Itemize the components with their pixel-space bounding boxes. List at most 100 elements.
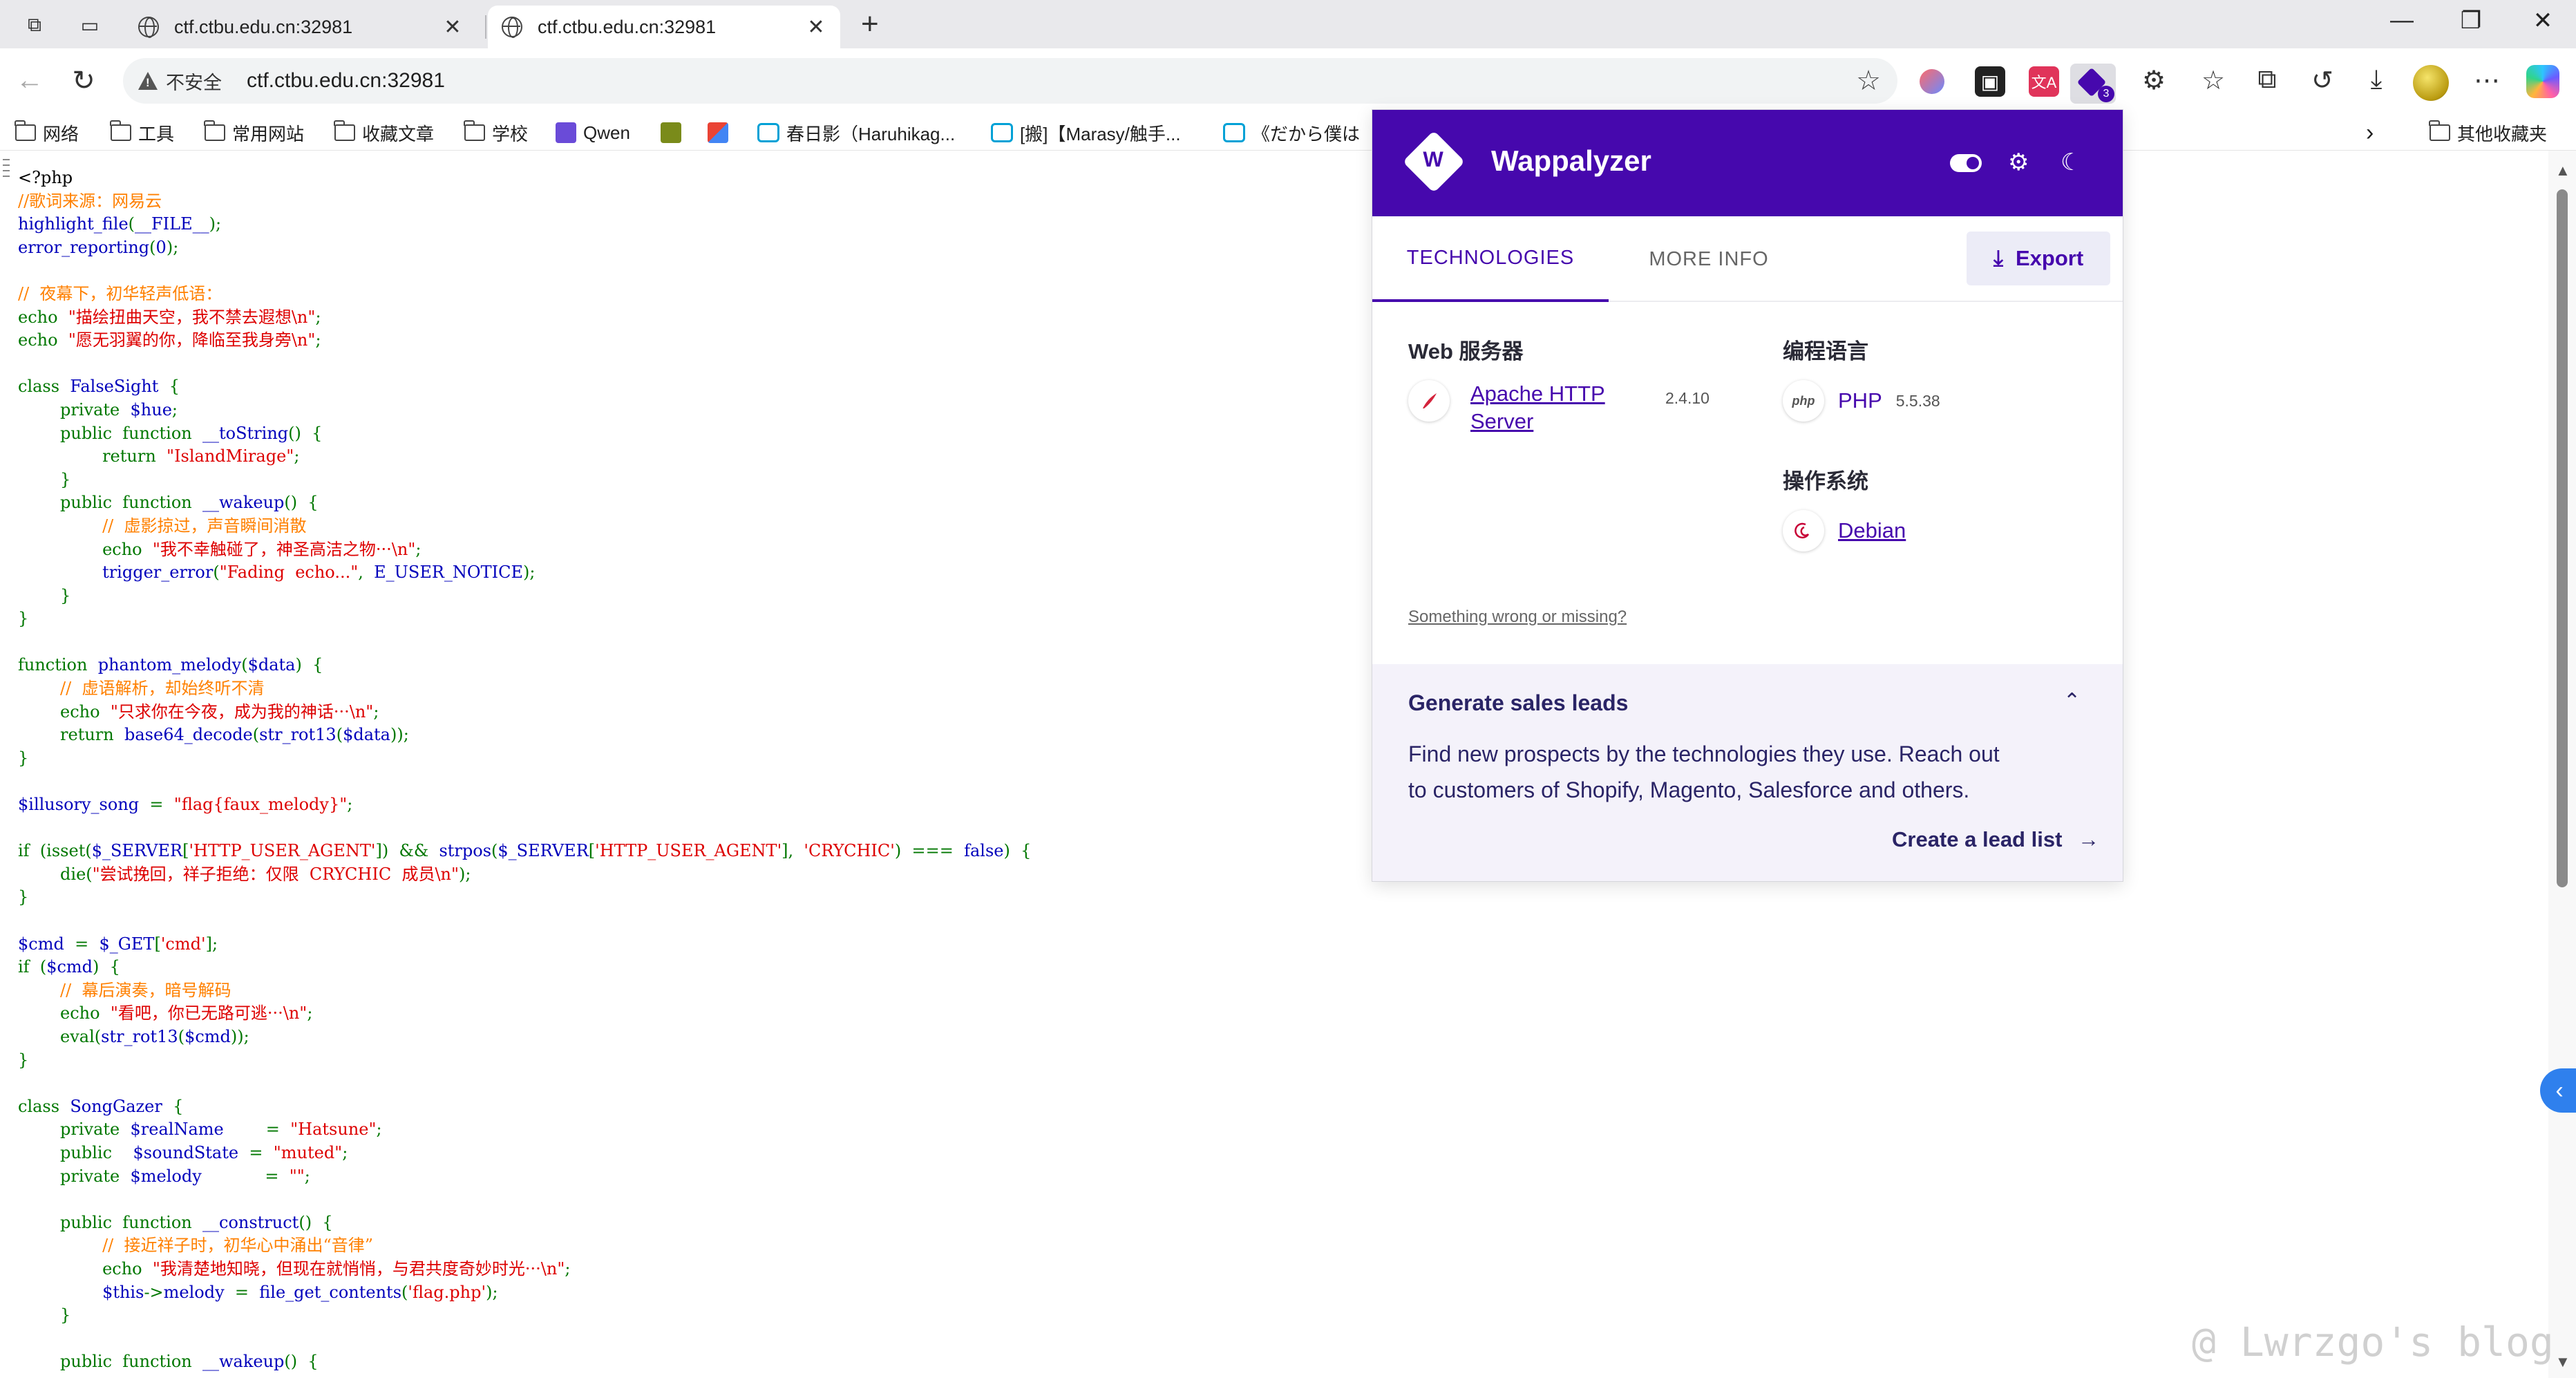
more-icon[interactable]: ⋯: [2470, 65, 2504, 96]
insecure-label[interactable]: 不安全: [166, 68, 222, 95]
code-token: // 接近祥子时，初华心中涌出“音律”: [18, 1236, 374, 1256]
download-icon[interactable]: ⤓: [2359, 65, 2394, 95]
toggle-icon[interactable]: [1950, 154, 1982, 172]
bookmark-folder-school[interactable]: 学校: [464, 119, 528, 147]
tab-2[interactable]: ctf.ctbu.edu.cn:32981 ✕: [488, 6, 840, 48]
code-line: error_reporting(0);: [18, 236, 1031, 260]
url-text[interactable]: ctf.ctbu.edu.cn:32981: [247, 69, 445, 93]
tab-close-icon[interactable]: ✕: [442, 15, 463, 39]
scroll-down-icon[interactable]: ▼: [2555, 1353, 2570, 1371]
tech-name[interactable]: PHP: [1838, 387, 1882, 415]
extension-game-icon[interactable]: ▣: [1975, 66, 2005, 97]
tech-php[interactable]: php PHP 5.5.38: [1783, 380, 2087, 422]
code-line: return base64_decode(str_rot13($data));: [18, 724, 1031, 747]
maximize-icon[interactable]: ❐: [2450, 7, 2492, 35]
scroll-up-icon[interactable]: ▲: [2555, 162, 2570, 180]
favorites-icon[interactable]: ☆: [2196, 65, 2231, 96]
extension-colorful-icon[interactable]: [1920, 69, 1944, 94]
code-token: ;: [342, 1142, 348, 1162]
history-icon[interactable]: ↺: [2305, 65, 2340, 96]
code-line: echo "描绘扭曲天空，我不禁去遐想\n";: [18, 306, 1031, 330]
bookmark-haruhikage[interactable]: 春日影（Haruhikag...: [757, 119, 955, 147]
workspaces-icon[interactable]: ⧉: [19, 10, 50, 40]
feedback-link[interactable]: Something wrong or missing?: [1408, 607, 1627, 627]
tech-name[interactable]: Debian: [1838, 517, 1906, 545]
tech-name[interactable]: Apache HTTP Server: [1470, 380, 1639, 435]
close-window-icon[interactable]: ✕: [2522, 7, 2564, 35]
star-icon[interactable]: ☆: [1856, 65, 1881, 97]
collections-icon[interactable]: ⧉: [2250, 65, 2284, 95]
bookmarks-overflow-icon[interactable]: ›: [2366, 119, 2374, 147]
globe-icon: [502, 17, 522, 38]
bookmark-dakara[interactable]: 《だから僕は: [1223, 119, 1368, 147]
dark-mode-icon[interactable]: ☾: [2061, 149, 2081, 176]
code-token: str_rot13: [101, 1026, 178, 1046]
tab-more-info[interactable]: MORE INFO: [1609, 216, 1809, 302]
code-token: (: [213, 563, 220, 583]
extensions-icon[interactable]: ⚙: [2137, 65, 2171, 96]
watermark: @ Lwrzgo's blog: [2192, 1319, 2554, 1366]
code-line: trigger_error("Fading echo...", E_USER_N…: [18, 561, 1031, 585]
code-token: $cmd: [184, 1026, 231, 1046]
code-token: ) {: [295, 655, 323, 675]
settings-icon[interactable]: ⚙: [2008, 149, 2029, 176]
bookmark-minecraft[interactable]: [661, 119, 688, 147]
vertical-tabs-icon[interactable]: ▭: [75, 10, 105, 40]
bookmark-qwen[interactable]: Qwen: [556, 119, 630, 147]
code-token: "Hatsune": [290, 1120, 377, 1140]
gutter-marks: [3, 155, 14, 231]
code-token: ;: [171, 399, 178, 419]
reload-icon[interactable]: ↻: [66, 65, 101, 97]
code-token: }: [18, 1305, 71, 1325]
bookmark-folder-other[interactable]: 其他收藏夹: [2429, 119, 2547, 147]
scrollbar-thumb[interactable]: [2557, 189, 2568, 887]
bookmark-folder-tools[interactable]: 工具: [110, 119, 174, 147]
avatar[interactable]: [2413, 65, 2449, 101]
back-icon[interactable]: ←: [12, 65, 47, 96]
bookmark-folder-articles[interactable]: 收藏文章: [334, 119, 434, 147]
code-token: );: [459, 864, 471, 884]
tab-close-icon[interactable]: ✕: [806, 15, 826, 39]
export-button[interactable]: ⤓ Export: [1967, 232, 2110, 285]
chevron-up-icon[interactable]: ⌃: [2063, 689, 2081, 713]
code-token: if (isset(: [18, 841, 92, 861]
code-token: base64_decode: [124, 725, 253, 745]
tab-technologies[interactable]: TECHNOLOGIES: [1372, 216, 1609, 302]
create-lead-list-label: Create a lead list: [1892, 827, 2063, 851]
code-token: ;: [565, 1258, 571, 1278]
code-token: ],: [782, 841, 804, 861]
tech-apache[interactable]: Apache HTTP Server 2.4.10: [1408, 380, 1740, 435]
bookmark-folder-common[interactable]: 常用网站: [204, 119, 304, 147]
copilot-icon[interactable]: [2526, 65, 2559, 98]
code-token: private: [18, 1166, 131, 1186]
address-bar[interactable]: 不安全 ctf.ctbu.edu.cn:32981 ☆: [123, 58, 1897, 104]
bookmark-marasy[interactable]: [搬]【Marasy/触手...: [991, 119, 1181, 147]
minimize-icon[interactable]: —: [2381, 7, 2423, 34]
code-token: $_SERVER: [498, 841, 589, 861]
code-token: ;: [304, 1166, 310, 1186]
bookmark-folder-network[interactable]: 网络: [15, 119, 79, 147]
php-icon: php: [1783, 380, 1824, 422]
new-tab-icon[interactable]: +: [861, 7, 879, 41]
code-token: [: [154, 934, 161, 954]
sidebar-collapse-icon[interactable]: ‹: [2540, 1068, 2576, 1113]
create-lead-list-link[interactable]: Create a lead list →: [1892, 827, 2099, 852]
wappalyzer-extension-icon[interactable]: 3: [2070, 64, 2116, 104]
translate-icon[interactable]: 文A: [2029, 66, 2059, 97]
code-token: "我清楚地知晓，但现在就悄悄，与君共度奇妙时光···\n": [152, 1258, 565, 1278]
code-token: return: [18, 725, 124, 745]
code-token: __construct: [202, 1212, 299, 1232]
tech-debian[interactable]: Debian: [1783, 510, 2087, 551]
folder-icon: [110, 120, 131, 141]
code-line: private $melody = "";: [18, 1165, 1031, 1189]
page-scrollbar[interactable]: ▲ ▼: [2548, 151, 2576, 1378]
tab-1[interactable]: ctf.ctbu.edu.cn:32981 ✕: [124, 6, 477, 48]
code-line: echo "我不幸触碰了，神圣高洁之物···\n";: [18, 538, 1031, 562]
bookmark-gmail[interactable]: [708, 119, 735, 147]
code-token: "尝试挽回，祥子拒绝：仅限 CRYCHIC 成员\n": [92, 864, 460, 884]
tab-bar: ⧉ ▭ ctf.ctbu.edu.cn:32981 ✕ ctf.ctbu.edu…: [0, 0, 2576, 48]
